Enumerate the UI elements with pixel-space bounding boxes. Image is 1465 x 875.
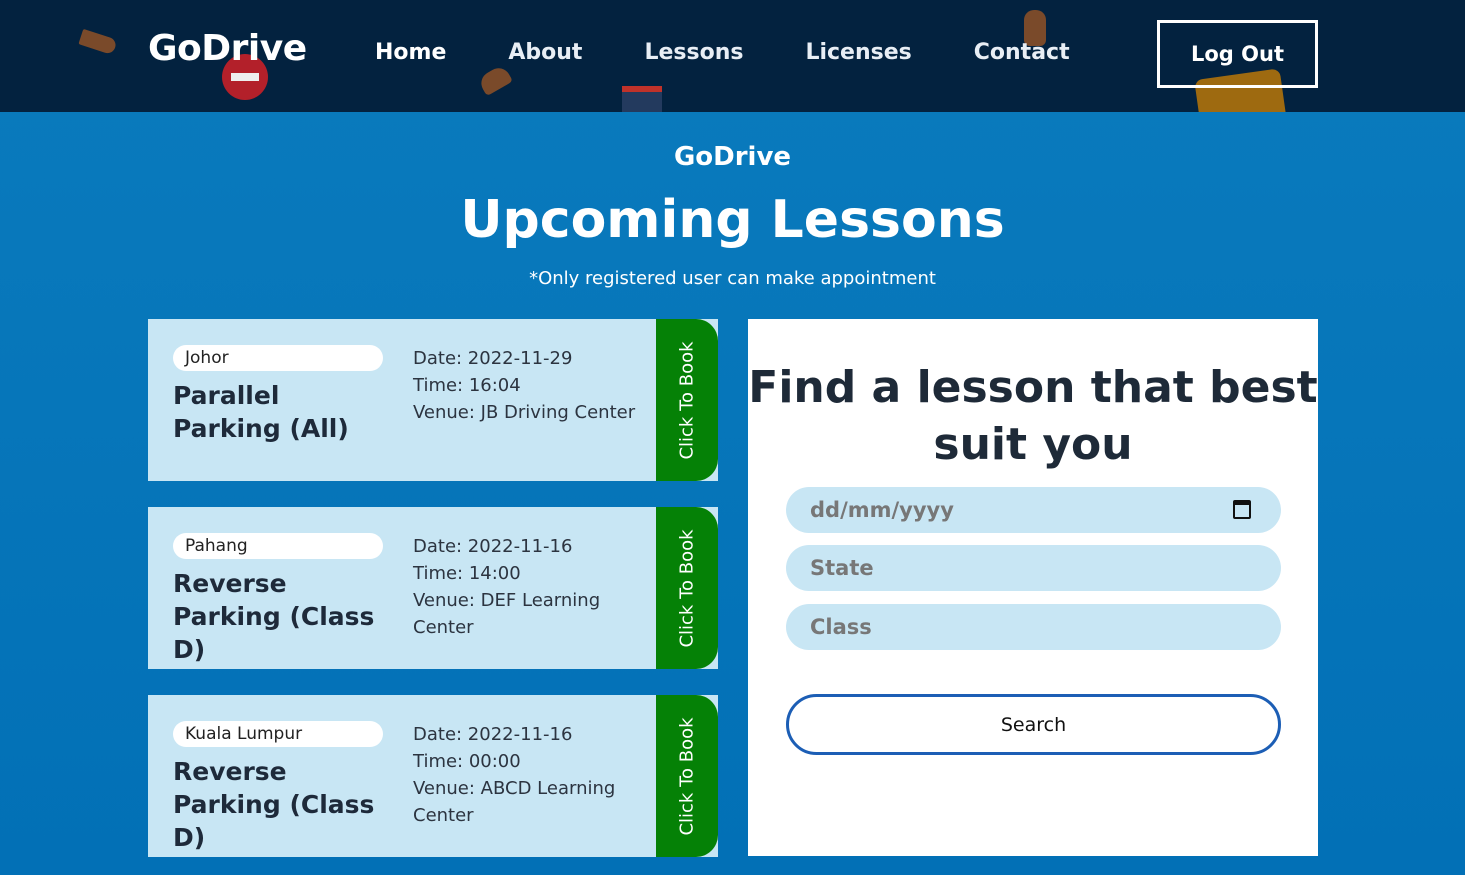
state-badge: Kuala Lumpur bbox=[173, 721, 383, 747]
class-input[interactable]: Class bbox=[786, 604, 1281, 650]
lesson-time: Time: 16:04 bbox=[413, 375, 521, 396]
book-button-label: Click To Book bbox=[676, 528, 698, 648]
search-panel: Find a lesson that best suit you dd/mm/y… bbox=[748, 319, 1318, 856]
date-placeholder: dd/mm/yyyy bbox=[810, 498, 954, 522]
lesson-venue: Venue: JB Driving Center bbox=[413, 402, 636, 423]
lesson-details: Date: 2022-11-16 Time: 14:00 Venue: DEF … bbox=[413, 533, 653, 641]
site-subtitle: GoDrive bbox=[673, 142, 792, 172]
nav-link-home[interactable]: Home bbox=[375, 40, 446, 65]
brand-logo[interactable]: GoDrive bbox=[148, 28, 307, 69]
lesson-time: Time: 00:00 bbox=[413, 751, 521, 772]
logout-button[interactable]: Log Out bbox=[1157, 20, 1318, 88]
nav-link-lessons[interactable]: Lessons bbox=[644, 40, 743, 65]
traffic-cone-decoration bbox=[78, 28, 118, 56]
search-panel-title: Find a lesson that best suit you bbox=[748, 362, 1318, 470]
lesson-venue: Venue: DEF Learning Center bbox=[413, 590, 601, 638]
book-button[interactable]: Click To Book bbox=[656, 695, 718, 857]
lesson-title: Reverse Parking (Class D) bbox=[173, 757, 375, 852]
registration-note: *Only registered user can make appointme… bbox=[529, 268, 936, 289]
nav-link-licenses[interactable]: Licenses bbox=[805, 40, 911, 65]
search-button[interactable]: Search bbox=[786, 694, 1281, 755]
lesson-date: Date: 2022-11-29 bbox=[413, 348, 573, 369]
lesson-card: Pahang Reverse Parking (Class D) Date: 2… bbox=[148, 507, 718, 669]
nav-links: Home About Lessons Licenses Contact bbox=[375, 40, 1132, 65]
lesson-card: Johor Parallel Parking (All) Date: 2022-… bbox=[148, 319, 718, 481]
lesson-time: Time: 14:00 bbox=[413, 563, 521, 584]
lesson-list: Johor Parallel Parking (All) Date: 2022-… bbox=[148, 319, 718, 875]
lesson-details: Date: 2022-11-29 Time: 16:04 Venue: JB D… bbox=[413, 345, 653, 426]
lesson-title: Parallel Parking (All) bbox=[173, 381, 349, 443]
traffic-cone-decoration bbox=[477, 63, 513, 97]
road-sign-decoration bbox=[622, 86, 662, 112]
state-placeholder: State bbox=[810, 556, 874, 580]
lesson-details: Date: 2022-11-16 Time: 00:00 Venue: ABCD… bbox=[413, 721, 653, 829]
class-placeholder: Class bbox=[810, 615, 872, 639]
lesson-venue: Venue: ABCD Learning Center bbox=[413, 778, 616, 826]
calendar-icon[interactable] bbox=[1233, 500, 1251, 519]
lesson-date: Date: 2022-11-16 bbox=[413, 536, 573, 557]
navbar: GoDrive Home About Lessons Licenses Cont… bbox=[0, 0, 1465, 112]
book-button-label: Click To Book bbox=[676, 716, 698, 836]
state-badge: Johor bbox=[173, 345, 383, 371]
page-title: Upcoming Lessons bbox=[460, 190, 1005, 250]
date-input[interactable]: dd/mm/yyyy bbox=[786, 487, 1281, 533]
nav-link-contact[interactable]: Contact bbox=[974, 40, 1070, 65]
lesson-card: Kuala Lumpur Reverse Parking (Class D) D… bbox=[148, 695, 718, 857]
book-button[interactable]: Click To Book bbox=[656, 319, 718, 481]
state-badge: Pahang bbox=[173, 533, 383, 559]
book-button-label: Click To Book bbox=[676, 340, 698, 460]
lesson-title: Reverse Parking (Class D) bbox=[173, 569, 375, 664]
nav-link-about[interactable]: About bbox=[508, 40, 582, 65]
lesson-date: Date: 2022-11-16 bbox=[413, 724, 573, 745]
book-button[interactable]: Click To Book bbox=[656, 507, 718, 669]
state-input[interactable]: State bbox=[786, 545, 1281, 591]
